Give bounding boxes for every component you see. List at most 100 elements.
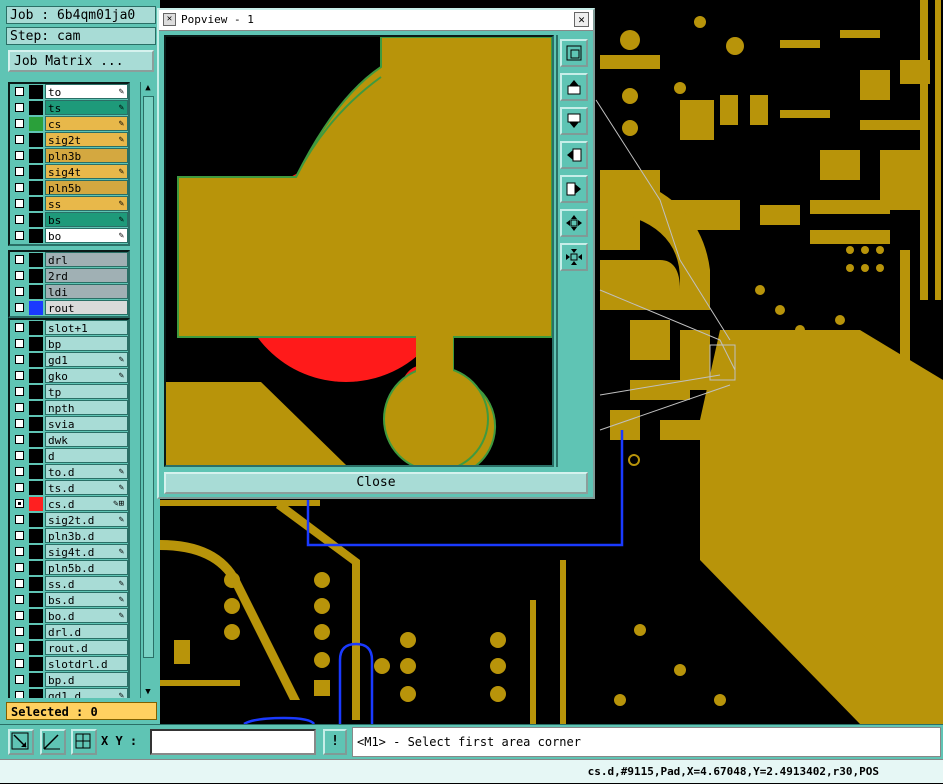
layer-row[interactable]: sig4t ✎ xyxy=(10,164,128,180)
layer-checkbox[interactable] xyxy=(15,451,24,460)
layer-color-swatch[interactable] xyxy=(29,593,43,607)
layer-row[interactable]: svia xyxy=(10,416,128,432)
layer-name[interactable]: to ✎ xyxy=(45,84,128,99)
layer-name[interactable]: bp xyxy=(45,336,128,351)
layer-checkbox[interactable] xyxy=(15,659,24,668)
measure-button[interactable] xyxy=(40,729,66,755)
layer-row[interactable]: to.d ✎ xyxy=(10,464,128,480)
layer-color-swatch[interactable] xyxy=(29,165,43,179)
layer-row[interactable]: sig4t.d ✎ xyxy=(10,544,128,560)
layer-name[interactable]: ts ✎ xyxy=(45,100,128,115)
layer-name[interactable]: ss ✎ xyxy=(45,196,128,211)
layer-checkbox[interactable] xyxy=(15,387,24,396)
pan-down-button[interactable] xyxy=(560,107,588,135)
layer-checkbox[interactable] xyxy=(15,595,24,604)
layer-list-scrollbar[interactable]: ▲ ▼ xyxy=(140,82,155,698)
layer-name[interactable]: to.d ✎ xyxy=(45,464,128,479)
layer-checkbox[interactable] xyxy=(15,287,24,296)
layer-name[interactable]: tp xyxy=(45,384,128,399)
layer-name[interactable]: gd1.d ✎ xyxy=(45,688,128,698)
layer-name[interactable]: bs ✎ xyxy=(45,212,128,227)
layer-color-swatch[interactable] xyxy=(29,561,43,575)
layer-row[interactable]: to ✎ xyxy=(10,84,128,100)
layer-color-swatch[interactable] xyxy=(29,625,43,639)
layer-color-swatch[interactable] xyxy=(29,433,43,447)
layer-checkbox[interactable] xyxy=(15,151,24,160)
job-matrix-button[interactable]: Job Matrix ... xyxy=(8,50,154,72)
layer-checkbox[interactable] xyxy=(15,231,24,240)
layer-color-swatch[interactable] xyxy=(29,101,43,115)
pan-left-button[interactable] xyxy=(560,141,588,169)
layer-row[interactable]: d xyxy=(10,448,128,464)
layer-checkbox[interactable] xyxy=(15,119,24,128)
layer-color-swatch[interactable] xyxy=(29,301,43,315)
grid-snap-button[interactable] xyxy=(71,729,97,755)
layer-color-swatch[interactable] xyxy=(29,417,43,431)
layer-row[interactable]: tp xyxy=(10,384,128,400)
scroll-up-icon[interactable]: ▲ xyxy=(141,82,155,94)
layer-row[interactable]: cs ✎ xyxy=(10,116,128,132)
layer-name[interactable]: 2rd xyxy=(45,268,128,283)
layer-name[interactable]: ldi xyxy=(45,284,128,299)
layer-color-swatch[interactable] xyxy=(29,513,43,527)
layer-row[interactable]: cs.d ✎⊞ xyxy=(10,496,128,512)
xy-input[interactable] xyxy=(150,729,316,755)
layer-checkbox[interactable] xyxy=(15,87,24,96)
layer-color-swatch[interactable] xyxy=(29,497,43,511)
layer-name[interactable]: bp.d xyxy=(45,672,128,687)
layer-name[interactable]: sig4t ✎ xyxy=(45,164,128,179)
popview-titlebar[interactable]: ✕ Popview - 1 ✕ xyxy=(159,10,593,31)
layer-checkbox[interactable] xyxy=(15,167,24,176)
layer-name[interactable]: sig4t.d ✎ xyxy=(45,544,128,559)
layer-name[interactable]: d xyxy=(45,448,128,463)
layer-row[interactable]: dwk xyxy=(10,432,128,448)
layer-row[interactable]: bs.d ✎ xyxy=(10,592,128,608)
layer-checkbox[interactable] xyxy=(15,355,24,364)
layer-row[interactable]: pln5b.d xyxy=(10,560,128,576)
zoom-fit-button[interactable] xyxy=(560,39,588,67)
layer-color-swatch[interactable] xyxy=(29,641,43,655)
layer-checkbox[interactable] xyxy=(15,183,24,192)
close-icon[interactable]: ✕ xyxy=(574,12,589,27)
layer-color-swatch[interactable] xyxy=(29,673,43,687)
layer-row[interactable]: pln3b.d xyxy=(10,528,128,544)
layer-color-swatch[interactable] xyxy=(29,353,43,367)
layer-color-swatch[interactable] xyxy=(29,609,43,623)
layer-row[interactable]: ss.d ✎ xyxy=(10,576,128,592)
layer-name[interactable]: cs ✎ xyxy=(45,116,128,131)
layer-checkbox[interactable] xyxy=(15,483,24,492)
layer-name[interactable]: rout.d xyxy=(45,640,128,655)
layer-color-swatch[interactable] xyxy=(29,181,43,195)
layer-checkbox[interactable] xyxy=(15,563,24,572)
layer-row[interactable]: rout.d xyxy=(10,640,128,656)
pan-right-button[interactable] xyxy=(560,175,588,203)
layer-name[interactable]: npth xyxy=(45,400,128,415)
layer-row[interactable]: gko ✎ xyxy=(10,368,128,384)
layer-color-swatch[interactable] xyxy=(29,133,43,147)
layer-name[interactable]: svia xyxy=(45,416,128,431)
layer-checkbox[interactable] xyxy=(15,215,24,224)
layer-row[interactable]: ss ✎ xyxy=(10,196,128,212)
layer-row[interactable]: pln5b xyxy=(10,180,128,196)
layer-row[interactable]: sig2t ✎ xyxy=(10,132,128,148)
popview-close-button[interactable]: Close xyxy=(164,472,588,494)
layer-name[interactable]: dwk xyxy=(45,432,128,447)
layer-checkbox[interactable] xyxy=(15,303,24,312)
layer-row[interactable]: bs ✎ xyxy=(10,212,128,228)
layer-name[interactable]: sig2t ✎ xyxy=(45,132,128,147)
layer-checkbox[interactable] xyxy=(15,467,24,476)
layer-row[interactable]: 2rd xyxy=(10,268,128,284)
layer-color-swatch[interactable] xyxy=(29,369,43,383)
layer-row[interactable]: drl.d xyxy=(10,624,128,640)
scroll-thumb[interactable] xyxy=(143,96,154,658)
layer-checkbox[interactable] xyxy=(15,515,24,524)
layer-row[interactable]: gd1.d ✎ xyxy=(10,688,128,698)
layer-color-swatch[interactable] xyxy=(29,117,43,131)
layer-checkbox[interactable] xyxy=(15,339,24,348)
layer-color-swatch[interactable] xyxy=(29,269,43,283)
layer-name[interactable]: pln5b.d xyxy=(45,560,128,575)
layer-checkbox[interactable] xyxy=(15,255,24,264)
layer-color-swatch[interactable] xyxy=(29,213,43,227)
layer-name[interactable]: bs.d ✎ xyxy=(45,592,128,607)
layer-checkbox[interactable] xyxy=(15,627,24,636)
